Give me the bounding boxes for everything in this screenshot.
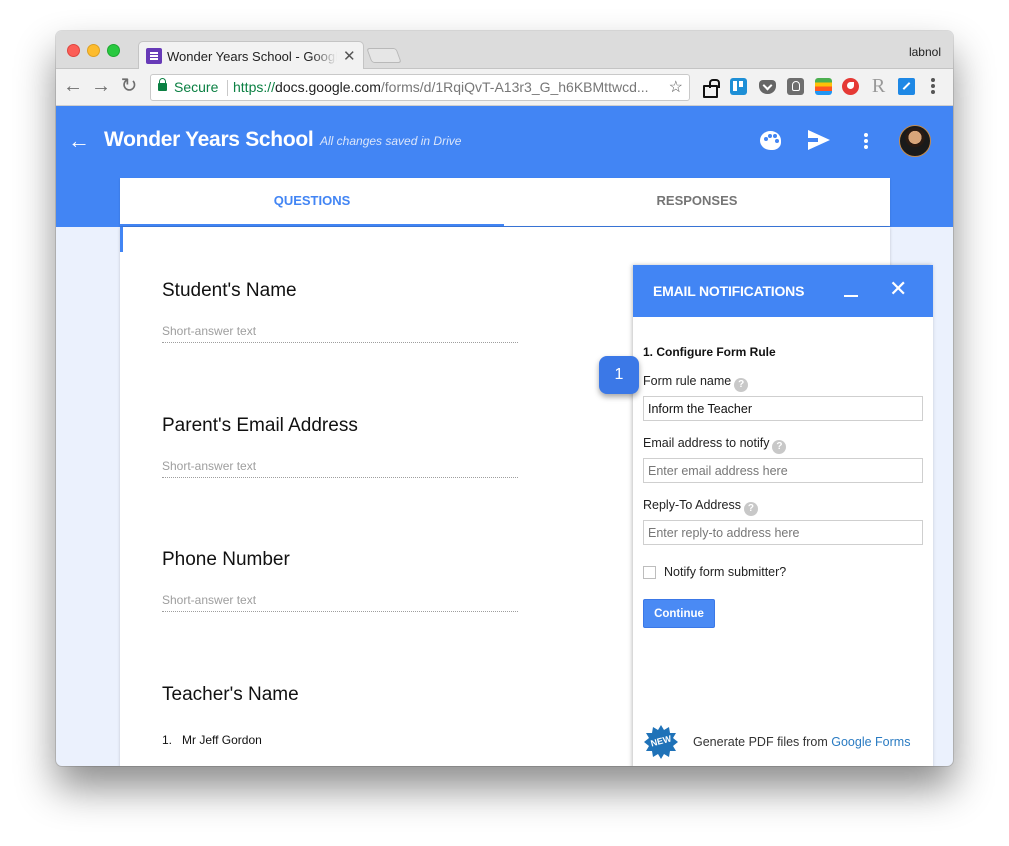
- question-item[interactable]: Phone Number Short-answer text: [162, 549, 518, 612]
- close-icon[interactable]: ✕: [889, 276, 907, 302]
- step-title: 1. Configure Form Rule: [643, 345, 776, 359]
- option-label: Mr Jeff Gordon: [182, 733, 262, 747]
- reply-to-label-text: Reply-To Address: [643, 498, 741, 512]
- reply-to-input[interactable]: [643, 520, 923, 545]
- help-icon[interactable]: ?: [772, 440, 787, 454]
- question-item[interactable]: Teacher's Name 1. Mr Jeff Gordon: [162, 684, 518, 747]
- rule-name-input[interactable]: [643, 396, 923, 421]
- form-tabs: QUESTIONS RESPONSES: [120, 178, 890, 226]
- question-title[interactable]: Phone Number: [162, 549, 518, 571]
- more-options-icon[interactable]: [863, 133, 869, 151]
- short-answer-hint: Short-answer text: [162, 593, 518, 612]
- email-input[interactable]: [643, 458, 923, 483]
- new-badge-icon[interactable]: NEW: [643, 724, 679, 760]
- reload-button[interactable]: ↻: [118, 75, 140, 97]
- profile-name[interactable]: labnol: [909, 45, 941, 59]
- send-icon[interactable]: [808, 130, 830, 150]
- help-icon[interactable]: ?: [734, 378, 749, 392]
- panel-footer: NEW Generate PDF files from Google Forms: [643, 723, 933, 761]
- question-item[interactable]: Student's Name Short-answer text: [162, 280, 518, 343]
- browser-toolbar: ← → ↻ Secure https://docs.google.com/for…: [56, 69, 953, 106]
- short-answer-hint: Short-answer text: [162, 324, 518, 343]
- avatar[interactable]: [899, 125, 931, 157]
- option-number: 1.: [162, 733, 173, 747]
- tab-responses[interactable]: RESPONSES: [505, 178, 889, 226]
- bookmark-star-icon[interactable]: ☆: [669, 75, 683, 100]
- close-tab-icon[interactable]: ✕: [343, 47, 356, 65]
- rule-name-label-text: Form rule name: [643, 374, 732, 388]
- google-forms-link[interactable]: Google Forms: [831, 735, 910, 749]
- back-button[interactable]: ←: [62, 75, 84, 97]
- panel-header: EMAIL NOTIFICATIONS ✕: [633, 265, 933, 317]
- email-label-text: Email address to notify: [643, 436, 770, 450]
- browser-menu-icon[interactable]: [927, 77, 939, 97]
- unlock-extension-icon[interactable]: [702, 78, 720, 98]
- address-separator: [227, 80, 228, 96]
- url-scheme: https://: [233, 79, 276, 95]
- bulb-extension-icon[interactable]: [787, 78, 804, 95]
- address-bar[interactable]: Secure https://docs.google.com/forms/d/1…: [150, 74, 690, 101]
- browser-window: Wonder Years School - Google Forms ✕ lab…: [56, 31, 953, 766]
- browser-tab[interactable]: Wonder Years School - Google Forms ✕: [138, 41, 364, 70]
- secure-lock-icon: [158, 78, 167, 91]
- back-arrow-icon[interactable]: ←: [68, 128, 90, 154]
- external-link-extension-icon[interactable]: [898, 78, 915, 95]
- question-title[interactable]: Student's Name: [162, 280, 518, 302]
- focus-indicator: [120, 227, 123, 252]
- r-extension-icon[interactable]: R: [870, 75, 887, 97]
- tab-title: Wonder Years School - Google Forms: [167, 49, 337, 64]
- minimize-icon[interactable]: [844, 281, 858, 297]
- maximize-window-button[interactable]: [107, 44, 120, 57]
- url-host: docs.google.com: [275, 79, 381, 95]
- notify-submitter-row[interactable]: Notify form submitter?: [643, 564, 923, 580]
- close-window-button[interactable]: [67, 44, 80, 57]
- email-notifications-panel: EMAIL NOTIFICATIONS ✕ 1. Configure Form …: [633, 265, 933, 766]
- question-title[interactable]: Teacher's Name: [162, 684, 518, 706]
- help-icon[interactable]: ?: [743, 502, 758, 516]
- pocket-extension-icon[interactable]: [759, 80, 776, 94]
- trello-extension-icon[interactable]: [730, 78, 747, 95]
- footer-text: Generate PDF files from Google Forms: [693, 735, 910, 749]
- minimize-window-button[interactable]: [87, 44, 100, 57]
- list-option[interactable]: 1. Mr Jeff Gordon: [162, 733, 518, 747]
- short-answer-hint: Short-answer text: [162, 459, 518, 478]
- stack-extension-icon[interactable]: [815, 78, 832, 95]
- google-forms-favicon-icon: [146, 48, 162, 64]
- footer-text-main: Generate PDF files from: [693, 735, 832, 749]
- tab-questions[interactable]: QUESTIONS: [120, 178, 504, 226]
- new-tab-button[interactable]: [366, 48, 402, 63]
- question-title[interactable]: Parent's Email Address: [162, 415, 518, 437]
- url-path: /forms/d/1RqiQvT-A13r3_G_h6KBMttwcd...: [380, 79, 649, 95]
- notify-submitter-label: Notify form submitter?: [664, 565, 787, 579]
- palette-icon[interactable]: [760, 131, 781, 150]
- url-text: https://docs.google.com/forms/d/1RqiQvT-…: [233, 75, 649, 100]
- email-label: Email address to notify?: [643, 436, 923, 454]
- rule-name-label: Form rule name?: [643, 374, 923, 392]
- question-item[interactable]: Parent's Email Address Short-answer text: [162, 415, 518, 478]
- step-callout-badge: 1: [599, 356, 639, 394]
- notify-submitter-checkbox[interactable]: [643, 565, 656, 579]
- save-status: All changes saved in Drive: [320, 134, 462, 148]
- red-circle-extension-icon[interactable]: [842, 78, 859, 95]
- secure-label: Secure: [174, 79, 219, 95]
- reply-to-label: Reply-To Address?: [643, 498, 923, 516]
- tab-strip: Wonder Years School - Google Forms ✕ lab…: [56, 31, 953, 70]
- panel-body: 1. Configure Form Rule Form rule name? E…: [643, 345, 923, 628]
- continue-button[interactable]: Continue: [643, 599, 715, 628]
- forward-button[interactable]: →: [90, 75, 112, 97]
- form-title[interactable]: Wonder Years School: [104, 128, 314, 152]
- panel-title: EMAIL NOTIFICATIONS: [653, 283, 805, 299]
